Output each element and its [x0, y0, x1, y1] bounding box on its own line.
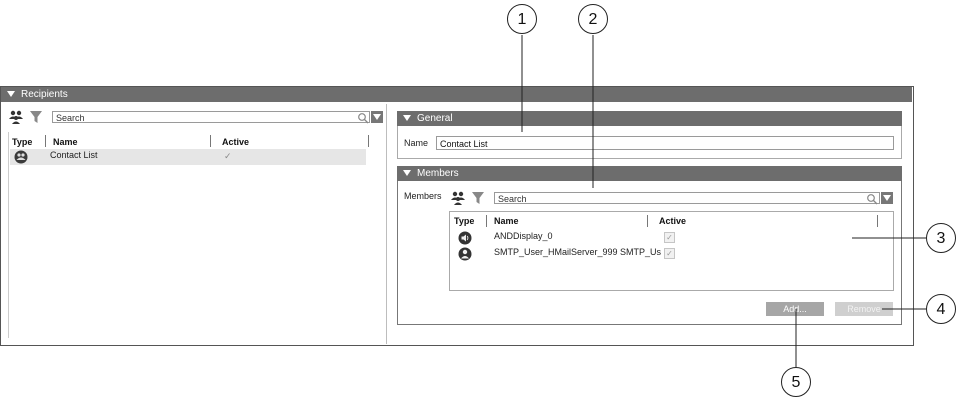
callout-3: 3 [926, 223, 956, 253]
callout-1: 1 [507, 4, 537, 34]
callout-4: 4 [926, 294, 956, 324]
callout-leader-lines [521, 35, 926, 367]
callout-5: 5 [781, 367, 811, 397]
callout-2: 2 [578, 4, 608, 34]
